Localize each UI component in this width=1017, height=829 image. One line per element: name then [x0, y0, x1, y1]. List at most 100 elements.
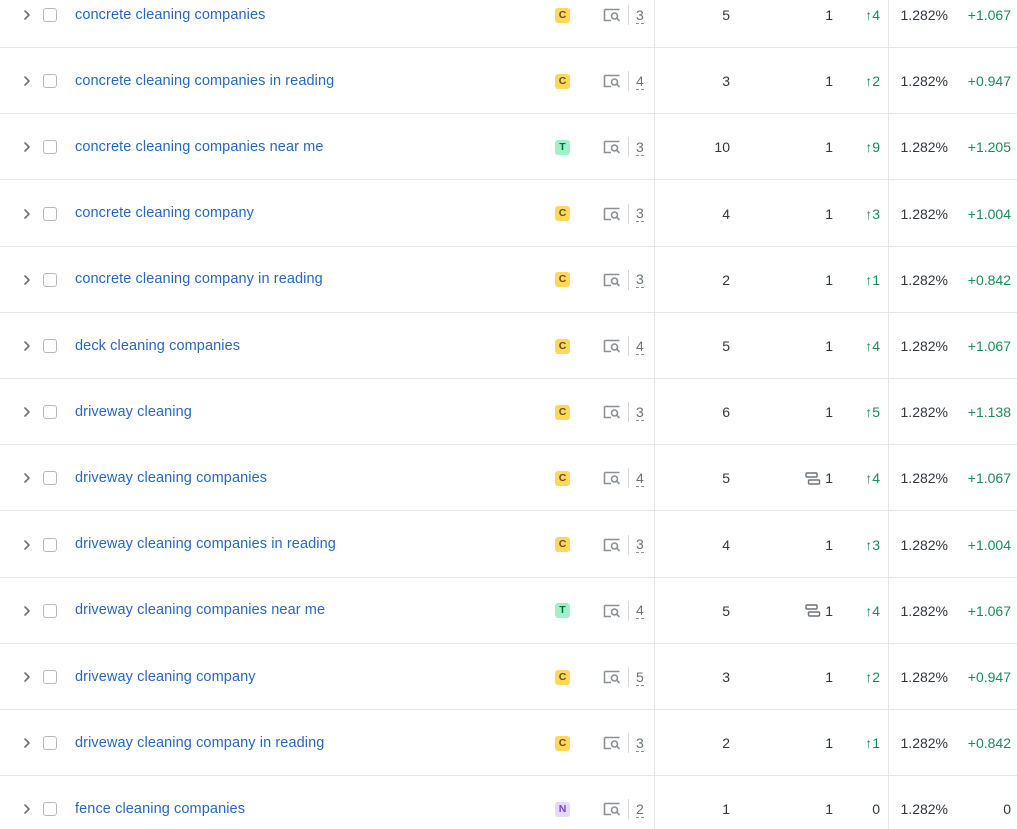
row-checkbox[interactable] — [43, 603, 57, 618]
keyword-link[interactable]: deck cleaning companies — [75, 338, 240, 354]
table-row: concrete cleaning company C 3 4 1 ↑3 1.2… — [0, 181, 1017, 247]
keyword-link[interactable]: driveway cleaning — [75, 404, 192, 420]
keyword-link[interactable]: concrete cleaning company in reading — [75, 271, 323, 287]
serp-features-count[interactable]: 4 — [636, 602, 644, 620]
intent-badge: C — [555, 272, 570, 288]
row-checkbox[interactable] — [43, 74, 57, 89]
chevron-right-icon[interactable] — [22, 406, 32, 418]
keyword-difficulty: 5 — [722, 338, 730, 354]
row-checkbox[interactable] — [43, 802, 57, 817]
row-checkbox[interactable] — [43, 405, 57, 420]
position-value: 1 — [825, 735, 833, 752]
serp-features-icon[interactable] — [603, 273, 621, 287]
visibility-change: +0.842 — [967, 735, 1011, 752]
row-checkbox[interactable] — [43, 670, 57, 684]
cell-separator — [628, 534, 629, 555]
chevron-right-icon[interactable] — [22, 274, 32, 286]
visibility-value: 1.282% — [900, 602, 948, 619]
serp-features-icon[interactable] — [603, 8, 621, 22]
table-row: concrete cleaning company in reading C 3… — [0, 247, 1017, 313]
row-checkbox[interactable] — [43, 471, 57, 486]
position-diff: ↑1 — [865, 735, 880, 752]
position-stack-icon — [805, 604, 821, 617]
serp-features-icon[interactable] — [603, 207, 621, 221]
row-checkbox[interactable] — [43, 140, 57, 155]
visibility-change: +1.004 — [967, 536, 1011, 553]
serp-features-count[interactable]: 3 — [636, 139, 644, 156]
row-checkbox[interactable] — [43, 537, 57, 552]
position-diff: ↑1 — [865, 271, 880, 288]
serp-features-count[interactable]: 3 — [636, 205, 644, 223]
intent-badge: N — [555, 801, 570, 817]
serp-features-icon[interactable] — [603, 405, 621, 419]
cell-separator — [628, 203, 629, 224]
position-stack-icon — [805, 472, 821, 485]
serp-features-count[interactable]: 4 — [636, 338, 644, 355]
keyword-difficulty: 3 — [722, 669, 730, 685]
serp-features-icon[interactable] — [603, 471, 621, 485]
row-checkbox[interactable] — [43, 736, 57, 751]
row-checkbox[interactable] — [43, 339, 57, 353]
chevron-right-icon[interactable] — [22, 141, 32, 153]
keyword-link[interactable]: concrete cleaning companies — [75, 7, 266, 23]
serp-features-count[interactable]: 3 — [636, 7, 644, 24]
keyword-link[interactable]: fence cleaning companies — [75, 801, 245, 817]
serp-features-count[interactable]: 5 — [636, 669, 644, 686]
serp-features-icon[interactable] — [603, 339, 621, 353]
chevron-right-icon[interactable] — [22, 605, 32, 617]
chevron-right-icon[interactable] — [22, 9, 32, 21]
chevron-right-icon[interactable] — [22, 539, 32, 551]
position-diff: ↑9 — [865, 139, 880, 156]
keyword-link[interactable]: driveway cleaning company — [75, 669, 256, 685]
visibility-value: 1.282% — [900, 404, 948, 421]
visibility-value: 1.282% — [900, 139, 948, 156]
chevron-right-icon[interactable] — [22, 75, 32, 87]
cell-separator — [628, 71, 629, 92]
keyword-link[interactable]: concrete cleaning company — [75, 205, 254, 221]
chevron-right-icon[interactable] — [22, 340, 32, 352]
serp-features-icon[interactable] — [603, 736, 621, 750]
cell-separator — [628, 269, 629, 290]
chevron-right-icon[interactable] — [22, 671, 32, 683]
row-checkbox[interactable] — [43, 8, 57, 22]
chevron-right-icon[interactable] — [22, 208, 32, 220]
intent-badge: C — [555, 669, 570, 685]
intent-badge: C — [555, 537, 570, 553]
serp-features-count[interactable]: 3 — [636, 271, 644, 289]
position-value: 1 — [825, 205, 833, 222]
visibility-value: 1.282% — [900, 271, 948, 288]
row-checkbox[interactable] — [43, 272, 57, 287]
position-value: 1 — [825, 338, 833, 354]
keyword-link[interactable]: concrete cleaning companies near me — [75, 139, 324, 155]
visibility-change: +1.067 — [967, 602, 1011, 619]
table-row: driveway cleaning companies C 4 5 1 ↑4 1… — [0, 445, 1017, 512]
chevron-right-icon[interactable] — [22, 803, 32, 815]
serp-features-count[interactable]: 4 — [636, 470, 644, 487]
cell-separator — [628, 336, 629, 356]
keyword-link[interactable]: driveway cleaning company in reading — [75, 735, 324, 751]
keyword-link[interactable]: driveway cleaning companies — [75, 470, 267, 486]
serp-features-icon[interactable] — [603, 74, 621, 88]
serp-features-count[interactable]: 3 — [636, 404, 644, 421]
serp-features-count[interactable]: 2 — [636, 801, 644, 818]
chevron-right-icon[interactable] — [22, 472, 32, 484]
keyword-link[interactable]: driveway cleaning companies near me — [75, 602, 325, 618]
keyword-difficulty: 4 — [722, 205, 730, 222]
intent-badge: C — [555, 73, 570, 89]
chevron-right-icon[interactable] — [22, 737, 32, 749]
visibility-change: +0.947 — [967, 73, 1011, 90]
keyword-link[interactable]: concrete cleaning companies in reading — [75, 73, 334, 89]
serp-features-icon[interactable] — [603, 538, 621, 552]
intent-badge: C — [555, 7, 570, 23]
serp-features-icon[interactable] — [603, 140, 621, 154]
serp-features-count[interactable]: 3 — [636, 536, 644, 554]
serp-features-count[interactable]: 3 — [636, 735, 644, 752]
serp-features-icon[interactable] — [603, 802, 621, 816]
keyword-link[interactable]: driveway cleaning companies in reading — [75, 536, 336, 552]
visibility-change: +1.138 — [967, 404, 1011, 421]
serp-features-icon[interactable] — [603, 670, 621, 684]
serp-features-count[interactable]: 4 — [636, 73, 644, 90]
row-checkbox[interactable] — [43, 206, 57, 221]
keyword-difficulty: 10 — [714, 139, 730, 156]
serp-features-icon[interactable] — [603, 604, 621, 618]
